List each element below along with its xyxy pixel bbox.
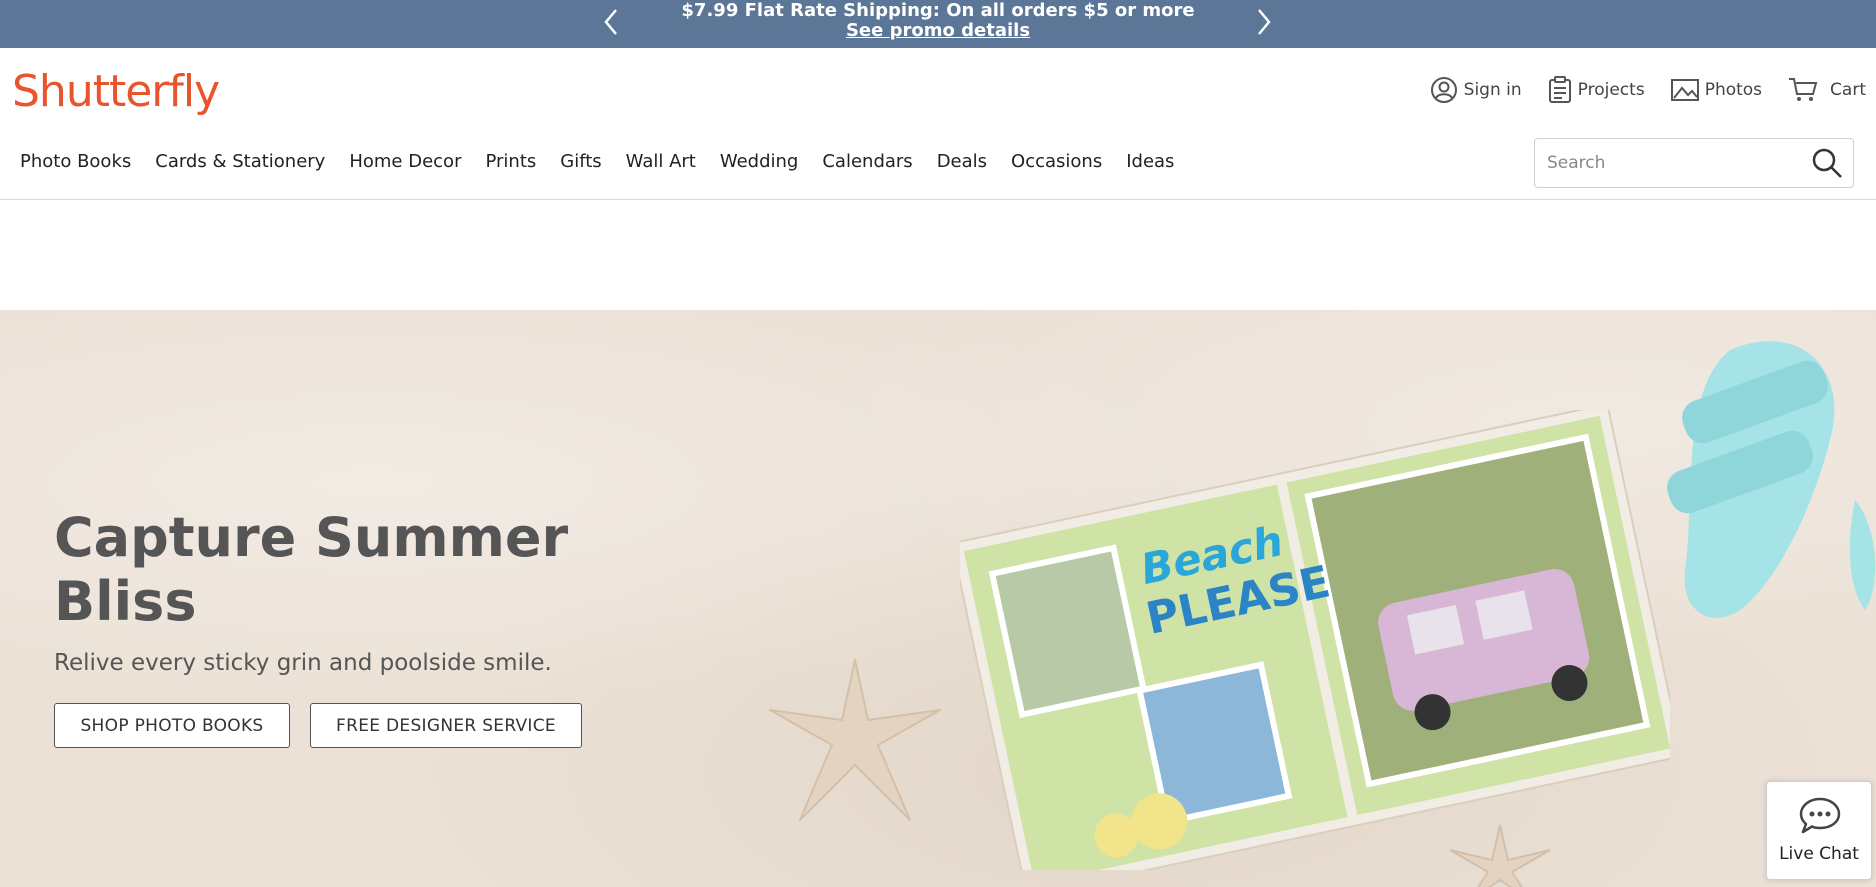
nav-gifts[interactable]: Gifts bbox=[560, 148, 601, 176]
nav-ideas[interactable]: Ideas bbox=[1126, 148, 1174, 176]
nav-cards-stationery[interactable]: Cards & Stationery bbox=[155, 148, 325, 176]
promo-bar: $7.99 Flat Rate Shipping: On all orders … bbox=[0, 0, 1876, 48]
photos-label: Photos bbox=[1704, 80, 1763, 100]
free-designer-service-button[interactable]: FREE DESIGNER SERVICE bbox=[310, 703, 582, 748]
nav-wedding[interactable]: Wedding bbox=[720, 148, 799, 176]
utility-nav: Sign in Projects Photos Cart bbox=[1430, 70, 1866, 110]
shop-photo-books-button[interactable]: SHOP PHOTO BOOKS bbox=[54, 703, 290, 748]
nav-home-decor[interactable]: Home Decor bbox=[349, 148, 461, 176]
search-box bbox=[1534, 138, 1854, 188]
sandal-image bbox=[1667, 341, 1876, 618]
live-chat-label: Live Chat bbox=[1779, 844, 1859, 864]
shutterfly-logo[interactable]: Shutterfly bbox=[12, 62, 220, 122]
hero-subhead: Relive every sticky grin and poolside sm… bbox=[54, 650, 552, 676]
clipboard-icon bbox=[1548, 76, 1571, 103]
user-icon bbox=[1430, 77, 1457, 103]
nav-wall-art[interactable]: Wall Art bbox=[626, 148, 696, 176]
search-icon[interactable] bbox=[1811, 147, 1843, 179]
photo-book-image: Beach PLEASE bbox=[960, 410, 1670, 870]
search-input[interactable] bbox=[1545, 139, 1795, 187]
chevron-right-icon bbox=[1258, 9, 1271, 35]
live-chat-button[interactable]: Live Chat bbox=[1766, 781, 1872, 880]
hero-banner: Beach PLEASE Capture Summer Bliss Relive… bbox=[0, 310, 1876, 887]
projects-link[interactable]: Projects bbox=[1548, 76, 1645, 104]
main-nav: Photo Books Cards & Stationery Home Deco… bbox=[20, 148, 1198, 176]
projects-label: Projects bbox=[1577, 80, 1645, 100]
starfish-image bbox=[769, 659, 941, 821]
nav-occasions[interactable]: Occasions bbox=[1011, 148, 1102, 176]
site-header: Shutterfly Sign in Projects Photos Cart … bbox=[0, 48, 1876, 200]
promo-headline: $7.99 Flat Rate Shipping: On all orders … bbox=[681, 0, 1195, 21]
hero-headline: Capture Summer Bliss bbox=[54, 506, 569, 633]
chat-bubble-icon bbox=[1799, 797, 1841, 834]
cart-icon bbox=[1789, 78, 1818, 101]
nav-deals[interactable]: Deals bbox=[937, 148, 987, 176]
nav-calendars[interactable]: Calendars bbox=[822, 148, 912, 176]
photos-link[interactable]: Photos bbox=[1670, 78, 1763, 102]
image-icon bbox=[1670, 79, 1699, 101]
cart-link[interactable]: Cart bbox=[1788, 76, 1866, 104]
cart-label: Cart bbox=[1830, 80, 1866, 100]
sign-in-link[interactable]: Sign in bbox=[1430, 76, 1522, 104]
nav-prints[interactable]: Prints bbox=[485, 148, 536, 176]
nav-photo-books[interactable]: Photo Books bbox=[20, 148, 131, 176]
promo-details-link[interactable]: See promo details bbox=[0, 20, 1876, 42]
sign-in-label: Sign in bbox=[1463, 80, 1522, 100]
promo-next-button[interactable] bbox=[1253, 6, 1275, 38]
